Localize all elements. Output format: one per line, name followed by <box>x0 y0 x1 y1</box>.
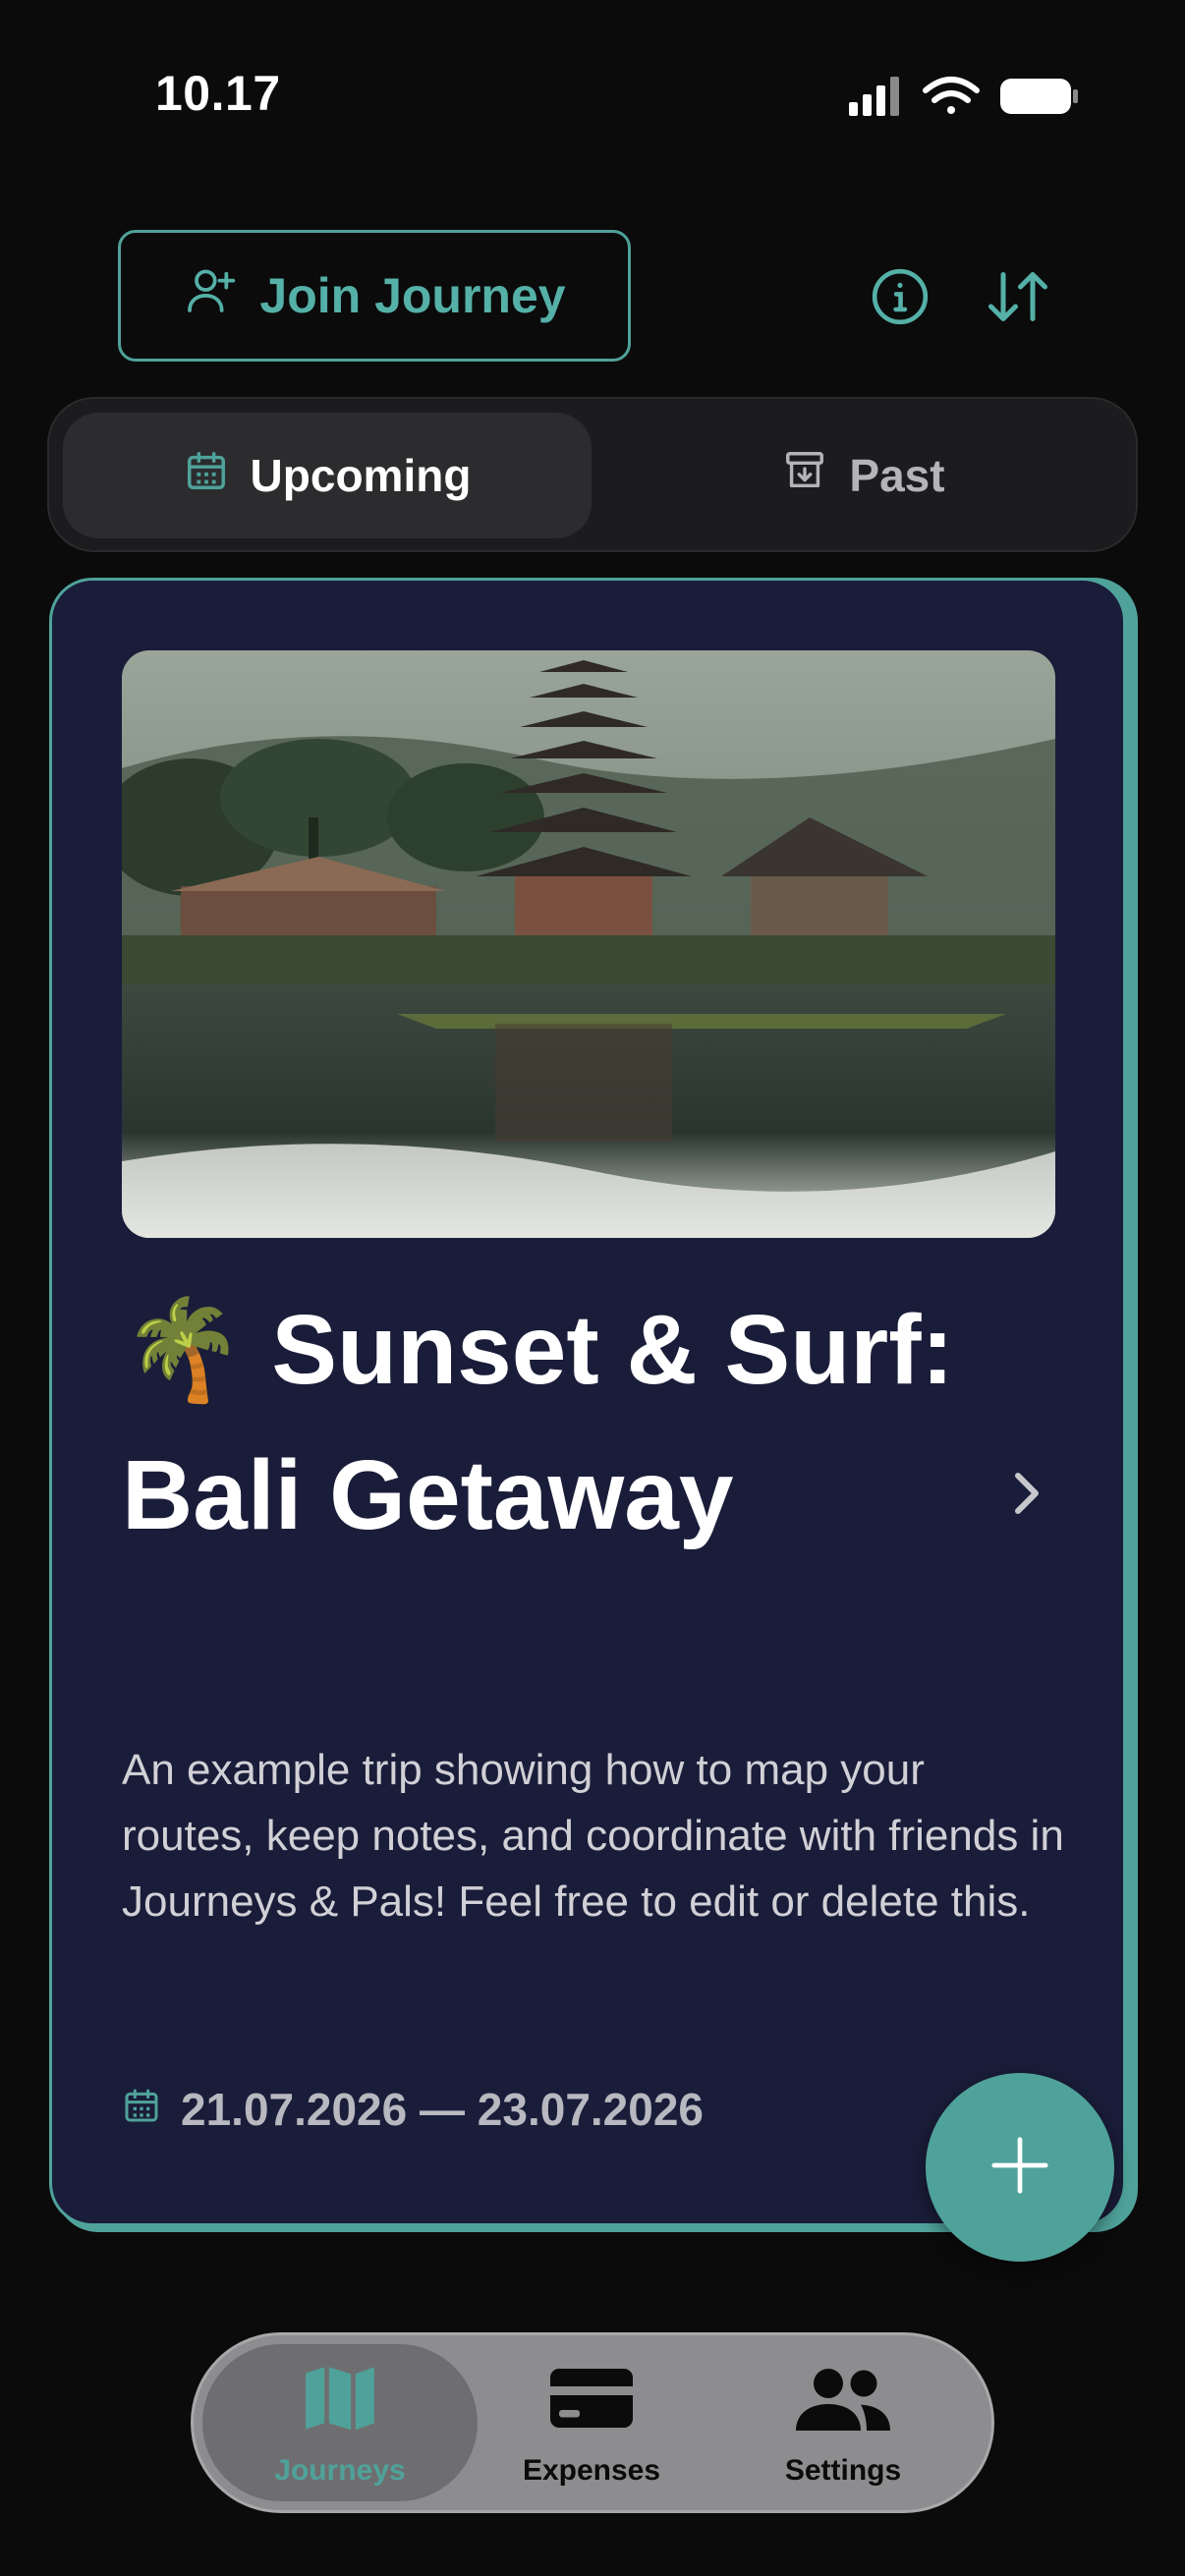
plus-icon <box>986 2131 1054 2205</box>
calendar-icon <box>184 448 229 504</box>
tab-journeys[interactable]: Journeys <box>222 2360 458 2488</box>
signal-icon <box>849 77 899 116</box>
trip-title-text: Sunset & Surf: Bali Getaway <box>122 1295 954 1550</box>
add-user-icon <box>183 262 238 329</box>
battery-icon <box>1000 79 1078 114</box>
tab-journeys-label: Journeys <box>274 2454 406 2487</box>
join-journey-button[interactable]: Join Journey <box>118 230 631 362</box>
tab-settings-label: Settings <box>784 2454 902 2487</box>
trip-description: An example trip showing how to map your … <box>122 1746 1064 1926</box>
trip-photo <box>122 650 1055 1238</box>
tab-upcoming-label: Upcoming <box>250 450 472 501</box>
status-icons <box>845 73 1081 120</box>
tab-past-label: Past <box>849 450 945 501</box>
tab-settings[interactable]: Settings <box>725 2360 961 2488</box>
add-journey-button[interactable] <box>926 2073 1114 2262</box>
calendar-icon <box>122 2083 161 2136</box>
card-icon <box>550 2360 633 2436</box>
map-icon <box>303 2360 377 2436</box>
tab-upcoming[interactable]: Upcoming <box>63 413 592 538</box>
trip-dates: 21.07.2026 — 23.07.2026 <box>122 2083 704 2136</box>
sort-icon[interactable] <box>979 257 1057 336</box>
tab-expenses[interactable]: Expenses <box>474 2360 709 2488</box>
info-icon[interactable] <box>861 257 939 336</box>
palm-tree-icon: 🌴 <box>122 1295 245 1405</box>
status-time: 10.17 <box>155 66 281 121</box>
trip-dates-text: 21.07.2026 — 23.07.2026 <box>181 2084 705 2135</box>
archive-icon <box>782 448 827 504</box>
chevron-right-icon[interactable] <box>1002 1464 1049 1528</box>
wifi-icon <box>923 77 980 114</box>
join-journey-label: Join Journey <box>259 268 566 323</box>
tab-past[interactable]: Past <box>599 413 1128 538</box>
people-icon <box>796 2360 890 2436</box>
tab-expenses-label: Expenses <box>522 2454 661 2487</box>
trip-title[interactable]: 🌴 Sunset & Surf: Bali Getaway <box>122 1277 987 1568</box>
